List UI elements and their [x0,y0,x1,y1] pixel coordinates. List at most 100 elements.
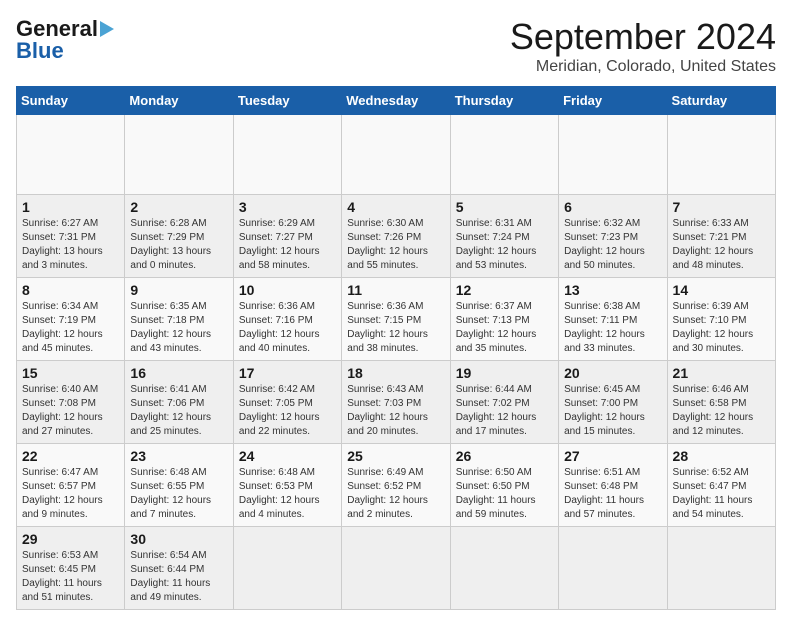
day-info: Sunrise: 6:41 AMSunset: 7:06 PMDaylight:… [130,383,227,439]
day-info: Sunrise: 6:40 AMSunset: 7:08 PMDaylight:… [22,383,119,439]
calendar-cell: 4 Sunrise: 6:30 AMSunset: 7:26 PMDaylight… [342,195,450,278]
day-info: Sunrise: 6:39 AMSunset: 7:10 PMDaylight:… [673,300,770,356]
logo-blue-text: Blue [16,38,64,64]
day-number: 17 [239,365,336,381]
day-number: 1 [22,199,119,215]
calendar-cell: 2Sunrise: 6:28 AMSunset: 7:29 PMDaylight… [125,195,233,278]
calendar-week-row: 29Sunrise: 6:53 AMSunset: 6:45 PMDayligh… [17,527,776,610]
day-info: Sunrise: 6:35 AMSunset: 7:18 PMDaylight:… [130,300,227,356]
calendar-cell: 29Sunrise: 6:53 AMSunset: 6:45 PMDayligh… [17,527,125,610]
calendar-cell [233,115,341,195]
day-number: 20 [564,365,661,381]
location-subtitle: Meridian, Colorado, United States [510,58,776,76]
page-header: General Blue September 2024 Meridian, Co… [16,16,776,76]
day-number: 24 [239,448,336,464]
day-info: Sunrise: 6:43 AMSunset: 7:03 PMDaylight:… [347,383,444,439]
calendar-cell: 19Sunrise: 6:44 AMSunset: 7:02 PMDayligh… [450,361,558,444]
day-number: 7 [673,199,770,215]
day-number: 26 [456,448,553,464]
day-info: Sunrise: 6:27 AMSunset: 7:31 PMDaylight:… [22,217,119,273]
day-number: 28 [673,448,770,464]
calendar-cell: 24 Sunrise: 6:48 AMSunset: 6:53 PMDayligh… [233,444,341,527]
calendar-cell [17,115,125,195]
calendar-cell: 28 Sunrise: 6:52 AMSunset: 6:47 PMDayligh… [667,444,775,527]
day-info: Sunrise: 6:53 AMSunset: 6:45 PMDaylight:… [22,549,119,605]
day-info: Sunrise: 6:50 AMSunset: 6:50 PMDaylight:… [456,466,553,522]
day-number: 12 [456,282,553,298]
calendar-cell [450,115,558,195]
calendar-cell: 16 Sunrise: 6:41 AMSunset: 7:06 PMDayligh… [125,361,233,444]
calendar-cell: 18 Sunrise: 6:43 AMSunset: 7:03 PMDayligh… [342,361,450,444]
day-number: 11 [347,282,444,298]
calendar-cell: 7 Sunrise: 6:33 AMSunset: 7:21 PMDaylight… [667,195,775,278]
day-info: Sunrise: 6:54 AMSunset: 6:44 PMDaylight:… [130,549,227,605]
day-info: Sunrise: 6:34 AMSunset: 7:19 PMDaylight:… [22,300,119,356]
calendar-cell: 30 Sunrise: 6:54 AMSunset: 6:44 PMDayligh… [125,527,233,610]
calendar-cell: 13Sunrise: 6:38 AMSunset: 7:11 PMDayligh… [559,278,667,361]
logo-arrow-icon [100,21,114,37]
calendar-cell: 23 Sunrise: 6:48 AMSunset: 6:55 PMDayligh… [125,444,233,527]
calendar-week-row: 22Sunrise: 6:47 AMSunset: 6:57 PMDayligh… [17,444,776,527]
day-header-thursday: Thursday [450,87,558,115]
calendar-cell [125,115,233,195]
day-info: Sunrise: 6:47 AMSunset: 6:57 PMDaylight:… [22,466,119,522]
day-number: 23 [130,448,227,464]
day-number: 27 [564,448,661,464]
calendar-cell: 11 Sunrise: 6:36 AMSunset: 7:15 PMDayligh… [342,278,450,361]
day-info: Sunrise: 6:30 AMSunset: 7:26 PMDaylight:… [347,217,444,273]
day-info: Sunrise: 6:37 AMSunset: 7:13 PMDaylight:… [456,300,553,356]
calendar-cell: 9Sunrise: 6:35 AMSunset: 7:18 PMDaylight… [125,278,233,361]
calendar-week-row [17,115,776,195]
day-header-monday: Monday [125,87,233,115]
day-number: 15 [22,365,119,381]
calendar-cell: 25Sunrise: 6:49 AMSunset: 6:52 PMDayligh… [342,444,450,527]
day-number: 10 [239,282,336,298]
day-number: 16 [130,365,227,381]
day-number: 18 [347,365,444,381]
calendar-cell: 3Sunrise: 6:29 AMSunset: 7:27 PMDaylight… [233,195,341,278]
calendar-cell: 15 Sunrise: 6:40 AMSunset: 7:08 PMDayligh… [17,361,125,444]
day-info: Sunrise: 6:52 AMSunset: 6:47 PMDaylight:… [673,466,770,522]
day-number: 14 [673,282,770,298]
calendar-cell: 27Sunrise: 6:51 AMSunset: 6:48 PMDayligh… [559,444,667,527]
calendar-cell [450,527,558,610]
calendar-cell: 22Sunrise: 6:47 AMSunset: 6:57 PMDayligh… [17,444,125,527]
day-number: 21 [673,365,770,381]
day-info: Sunrise: 6:36 AMSunset: 7:15 PMDaylight:… [347,300,444,356]
day-number: 3 [239,199,336,215]
calendar-cell: 8Sunrise: 6:34 AMSunset: 7:19 PMDaylight… [17,278,125,361]
calendar-cell: 5Sunrise: 6:31 AMSunset: 7:24 PMDaylight… [450,195,558,278]
calendar-cell [667,115,775,195]
calendar-cell: 21 Sunrise: 6:46 AMSunset: 6:58 PMDayligh… [667,361,775,444]
day-number: 30 [130,531,227,547]
day-header-tuesday: Tuesday [233,87,341,115]
day-info: Sunrise: 6:49 AMSunset: 6:52 PMDaylight:… [347,466,444,522]
calendar-cell: 20Sunrise: 6:45 AMSunset: 7:00 PMDayligh… [559,361,667,444]
day-info: Sunrise: 6:44 AMSunset: 7:02 PMDaylight:… [456,383,553,439]
calendar-cell: 14 Sunrise: 6:39 AMSunset: 7:10 PMDayligh… [667,278,775,361]
day-header-wednesday: Wednesday [342,87,450,115]
calendar-cell: 10Sunrise: 6:36 AMSunset: 7:16 PMDayligh… [233,278,341,361]
day-header-sunday: Sunday [17,87,125,115]
calendar-header-row: SundayMondayTuesdayWednesdayThursdayFrid… [17,87,776,115]
calendar-cell [342,527,450,610]
calendar-cell [233,527,341,610]
day-info: Sunrise: 6:48 AMSunset: 6:55 PMDaylight:… [130,466,227,522]
calendar-table: SundayMondayTuesdayWednesdayThursdayFrid… [16,86,776,610]
calendar-cell: 6Sunrise: 6:32 AMSunset: 7:23 PMDaylight… [559,195,667,278]
day-number: 6 [564,199,661,215]
calendar-cell: 12 Sunrise: 6:37 AMSunset: 7:13 PMDayligh… [450,278,558,361]
logo: General Blue [16,16,114,64]
day-info: Sunrise: 6:46 AMSunset: 6:58 PMDaylight:… [673,383,770,439]
calendar-cell [342,115,450,195]
calendar-week-row: 8Sunrise: 6:34 AMSunset: 7:19 PMDaylight… [17,278,776,361]
day-info: Sunrise: 6:42 AMSunset: 7:05 PMDaylight:… [239,383,336,439]
calendar-cell: 17 Sunrise: 6:42 AMSunset: 7:05 PMDayligh… [233,361,341,444]
day-header-saturday: Saturday [667,87,775,115]
day-info: Sunrise: 6:38 AMSunset: 7:11 PMDaylight:… [564,300,661,356]
day-info: Sunrise: 6:48 AMSunset: 6:53 PMDaylight:… [239,466,336,522]
calendar-cell [667,527,775,610]
day-number: 4 [347,199,444,215]
month-year-title: September 2024 [510,16,776,58]
day-info: Sunrise: 6:33 AMSunset: 7:21 PMDaylight:… [673,217,770,273]
